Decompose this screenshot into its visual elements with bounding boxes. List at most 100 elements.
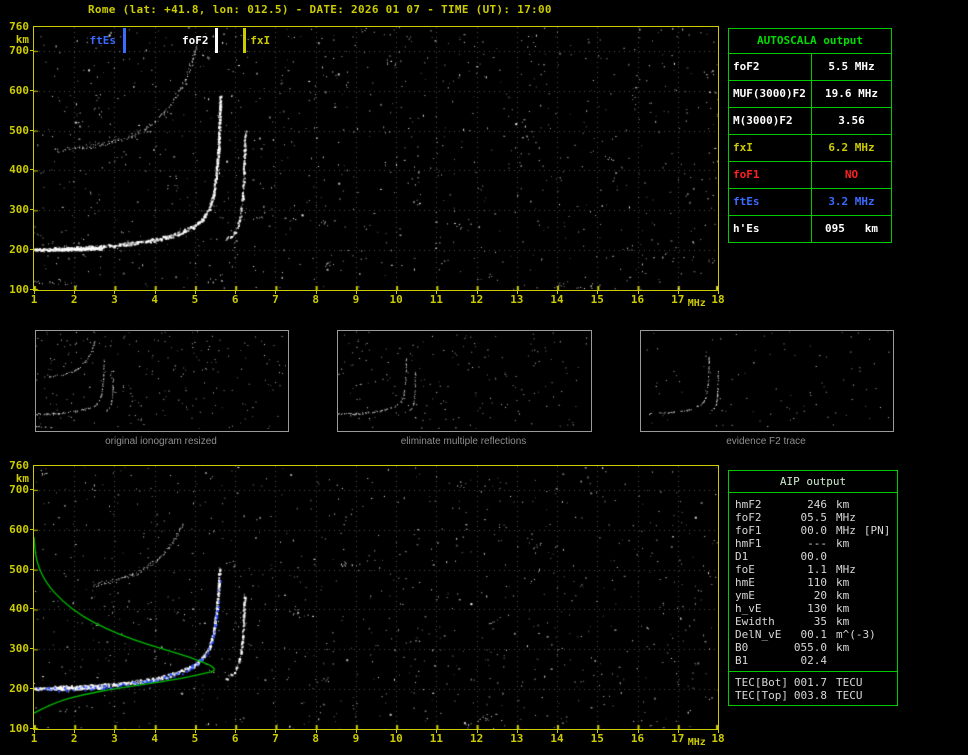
aip-row-value: 02.4 (800, 654, 828, 667)
aip-row-unit: km (836, 589, 850, 602)
aip-row-label: TEC[Top] (735, 689, 788, 702)
x-tick-label: 16 (630, 732, 645, 745)
thumbnail-original-ionogram (35, 330, 289, 432)
y-tick-label: 700 (9, 43, 29, 57)
autoscala-row-label: ftEs (729, 189, 812, 215)
aip-output-panel: AIP output hmF2 246 km foF2 05.5 MHz foF1 00.0 M… (728, 470, 898, 706)
x-tick-mark (155, 291, 156, 294)
x-tick-label: 11 (429, 293, 443, 306)
aip-row-hmF1: hmF1 --- km (735, 537, 893, 550)
x-tick-label: 3 (111, 732, 118, 745)
x-tick-mark (356, 730, 357, 733)
page-title: Rome (lat: +41.8, lon: 012.5) - DATE: 20… (88, 3, 552, 16)
marker-bar-fxI (243, 28, 247, 53)
autoscala-row-label: MUF(3000)F2 (729, 81, 812, 107)
aip-row-ymE: ymE 20 km (735, 589, 893, 602)
x-tick-label: 15 (590, 293, 604, 306)
x-tick-mark (114, 730, 115, 733)
x-tick-label: 1 (30, 293, 38, 306)
x-tick-label: 1 (30, 732, 38, 745)
aip-row-label: h_vE (735, 602, 762, 615)
x-tick-label: 9 (352, 293, 360, 306)
x-tick-label: 12 (469, 732, 484, 745)
x-tick-mark (74, 730, 75, 733)
x-tick-mark (557, 291, 558, 294)
autoscala-panel-title: AUTOSCALA output (729, 29, 891, 54)
x-tick-mark (155, 730, 156, 733)
autoscala-row-M(3000)F2: M(3000)F2 3.56 (729, 108, 891, 135)
x-tick-label: 6 (231, 732, 239, 745)
aip-row-value: 05.5 (800, 511, 828, 524)
y-tick-label: 500 (9, 562, 29, 576)
aip-row-value: 055.0 (793, 641, 827, 654)
x-axis-unit: MHz (687, 298, 706, 309)
aip-panel-title: AIP output (729, 471, 897, 493)
x-tick-mark (436, 730, 437, 733)
autoscala-row-label: foF1 (729, 162, 812, 188)
autoscala-row-MUF(3000)F2: MUF(3000)F2 19.6 MHz (729, 81, 891, 108)
x-tick-mark (396, 291, 397, 294)
y-tick-label: 700 (9, 482, 29, 496)
y-tick-label: 300 (9, 203, 29, 217)
aip-row-unit: TECU (836, 689, 863, 702)
aip-row-value: 00.1 (800, 628, 828, 641)
aip-row-label: D1 (735, 550, 749, 563)
x-tick-mark (74, 291, 75, 294)
aip-row-label: foE (735, 563, 755, 576)
x-tick-mark (477, 291, 478, 294)
x-tick-label: 13 (510, 732, 524, 745)
ionogram-plot-top: ftEs foF2 fxI (33, 26, 719, 291)
x-tick-label: 9 (352, 732, 360, 745)
x-tick-mark (275, 291, 276, 294)
x-tick-mark (34, 291, 35, 294)
aip-row-value: 00.0 (800, 550, 828, 563)
autoscala-output-panel: AUTOSCALA output foF2 5.5 MHz MUF(3000)F2 1… (728, 28, 892, 243)
x-tick-label: 10 (389, 293, 403, 306)
x-tick-label: 18 (711, 732, 725, 745)
x-tick-label: 11 (429, 732, 443, 745)
x-tick-label: 2 (70, 293, 78, 306)
aip-row-value: 246 (807, 498, 827, 511)
x-tick-label: 10 (389, 732, 403, 745)
x-tick-mark (638, 291, 639, 294)
autoscala-row-value: 19.6 MHz (825, 87, 878, 100)
x-tick-label: 4 (151, 732, 159, 745)
aip-row-unit (827, 550, 836, 563)
aip-row-label: foF1 (735, 524, 762, 537)
ionogram-top-canvas (34, 27, 718, 290)
aip-row-B0: B0 055.0 km (735, 641, 893, 654)
autoscala-row-ftEs: ftEs 3.2 MHz (729, 189, 891, 216)
aip-row-label: ymE (735, 589, 755, 602)
x-tick-mark (396, 730, 397, 733)
aip-row-unit: km (836, 537, 850, 550)
x-tick-mark (557, 730, 558, 733)
marker-bar-foF2 (215, 28, 219, 53)
y-tick-label: 100 (9, 283, 29, 296)
x-axis-unit: MHz (687, 737, 706, 748)
x-tick-mark (638, 730, 639, 733)
autoscala-row-label: fxI (729, 135, 812, 161)
ionogram-bottom-canvas (34, 466, 718, 729)
x-tick-mark (517, 291, 518, 294)
thumbnail-no-multiple-reflections (337, 330, 592, 432)
aip-row-hmF2: hmF2 246 km (735, 498, 893, 511)
aip-row-label: foF2 (735, 511, 762, 524)
aip-row-label: DelN_vE (735, 628, 782, 641)
x-tick-mark (477, 730, 478, 733)
aip-row-unit: km (836, 615, 850, 628)
aip-row-foE: foE 1.1 MHz (735, 563, 893, 576)
y-axis-unit: km (15, 33, 29, 46)
aip-row-unit (827, 654, 836, 667)
aip-row-Ewidth: Ewidth 35 km (735, 615, 893, 628)
aip-row-label: Ewidth (735, 615, 775, 628)
x-tick-mark (316, 291, 317, 294)
x-tick-label: 18 (711, 293, 725, 306)
autoscala-row-value: NO (844, 168, 859, 181)
autoscala-row-value: 3.2 MHz (828, 195, 875, 208)
autoscala-row-label: foF2 (729, 54, 812, 80)
aip-row-foF1: foF1 00.0 MHz [PN] (735, 524, 893, 537)
x-tick-label: 4 (151, 293, 159, 306)
x-tick-mark (718, 291, 719, 294)
x-tick-label: 8 (312, 293, 319, 306)
aip-row-TEC[Top]: TEC[Top] 003.8 TECU (735, 689, 893, 702)
